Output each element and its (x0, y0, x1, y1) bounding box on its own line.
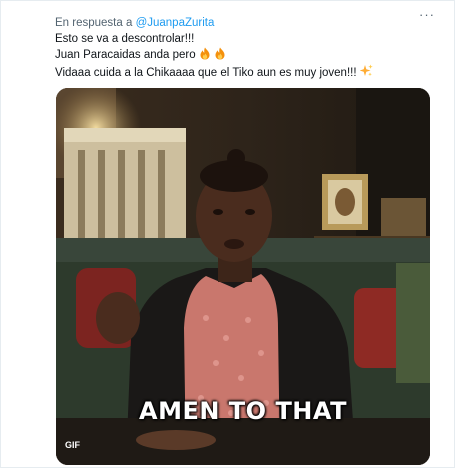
gif-media[interactable]: AMEN TO THAT GIF (56, 88, 430, 465)
reply-prefix: En respuesta a (55, 17, 133, 29)
gif-badge: GIF (65, 440, 80, 450)
tweet-line-2-text: Juan Paracaidas anda pero (55, 49, 196, 61)
reply-handle-link[interactable]: @JuanpaZurita (136, 17, 215, 29)
more-horizontal-icon: ··· (419, 6, 435, 22)
more-options-button[interactable]: ··· (416, 4, 438, 24)
tweet-line-3: Vidaaa cuida a la Chikaaaa que el Tiko a… (55, 64, 435, 82)
tweet-line-1: Esto se va a descontrolar!!! (55, 32, 435, 47)
reply-context: En respuesta a @JuanpaZurita (55, 16, 214, 30)
tweet-line-2: Juan Paracaidas anda pero (55, 47, 435, 65)
tweet-line-1-text: Esto se va a descontrolar!!! (55, 33, 195, 45)
fire-icon (199, 47, 211, 65)
gif-caption: AMEN TO THAT (139, 397, 347, 425)
fire-icon (214, 47, 226, 65)
sparkles-icon (359, 64, 373, 82)
tweet-text: Esto se va a descontrolar!!! Juan Paraca… (55, 32, 435, 82)
tweet-line-3-text: Vidaaa cuida a la Chikaaaa que el Tiko a… (55, 66, 357, 79)
